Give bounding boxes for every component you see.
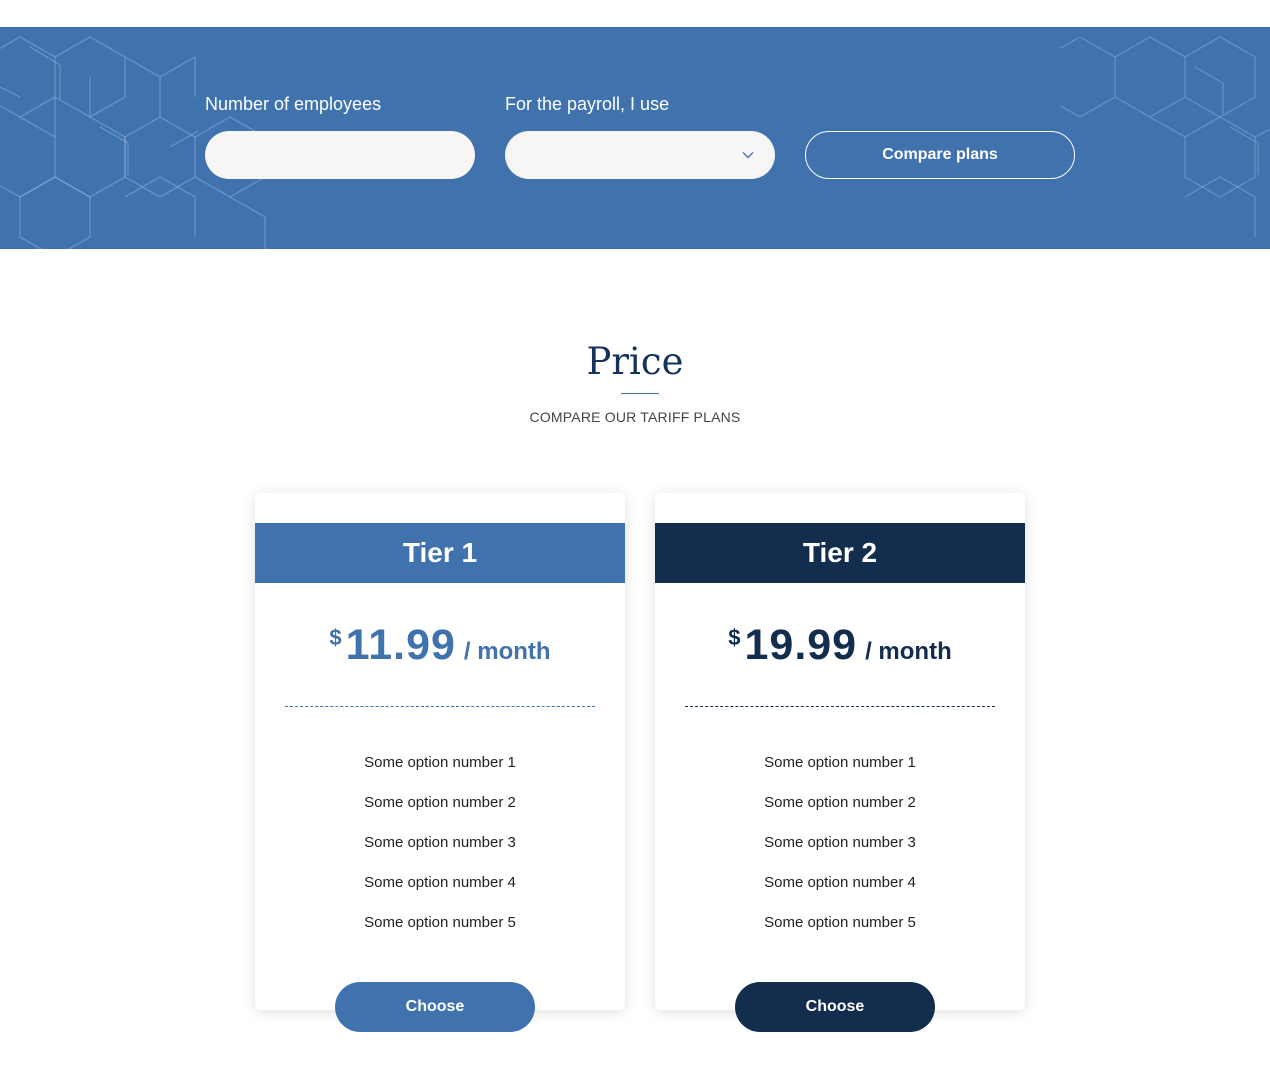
plan-price: $11.99 / month <box>255 621 625 670</box>
plan-name: Tier 2 <box>655 523 1025 583</box>
price-amount: 19.99 <box>744 621 858 669</box>
price-divider <box>285 706 595 707</box>
section-title: Price <box>586 340 684 383</box>
list-item: Some option number 1 <box>364 754 516 771</box>
plan-name: Tier 1 <box>255 523 625 583</box>
option-list: Some option number 1 Some option number … <box>655 753 1025 953</box>
list-item: Some option number 5 <box>364 914 516 931</box>
payroll-label: For the payroll, I use <box>505 94 670 114</box>
list-item: Some option number 3 <box>364 834 516 851</box>
plan-card-tier-2: Tier 2 $19.99 / month Some option number … <box>655 493 1025 1010</box>
employees-input[interactable] <box>205 131 475 179</box>
filter-banner: Number of employees For the payroll, I u… <box>0 27 1270 249</box>
option-list: Some option number 1 Some option number … <box>255 753 625 953</box>
price-period: / month <box>463 638 551 665</box>
currency-symbol: $ <box>728 625 741 650</box>
plan-card-tier-1: Tier 1 $11.99 / month Some option number … <box>255 493 625 1010</box>
title-divider <box>621 393 659 394</box>
section-subtitle: COMPARE OUR TARIFF PLANS <box>529 409 741 425</box>
choose-tier-2-button[interactable]: Choose <box>735 982 935 1032</box>
list-item: Some option number 2 <box>764 794 916 811</box>
price-amount: 11.99 <box>345 621 456 669</box>
currency-symbol: $ <box>329 625 342 650</box>
employees-label: Number of employees <box>205 94 382 114</box>
price-divider <box>685 706 995 707</box>
list-item: Some option number 5 <box>764 914 916 931</box>
payroll-select[interactable] <box>505 131 775 179</box>
list-item: Some option number 4 <box>364 874 516 891</box>
plan-price: $19.99 / month <box>655 621 1025 670</box>
hexagon-pattern-right <box>1060 36 1270 237</box>
compare-plans-button[interactable]: Compare plans <box>805 131 1075 179</box>
choose-tier-1-button[interactable]: Choose <box>335 982 535 1032</box>
list-item: Some option number 4 <box>764 874 916 891</box>
list-item: Some option number 1 <box>764 754 916 771</box>
chevron-down-icon <box>742 152 754 159</box>
list-item: Some option number 3 <box>764 834 916 851</box>
list-item: Some option number 2 <box>364 794 516 811</box>
price-period: / month <box>865 638 952 665</box>
